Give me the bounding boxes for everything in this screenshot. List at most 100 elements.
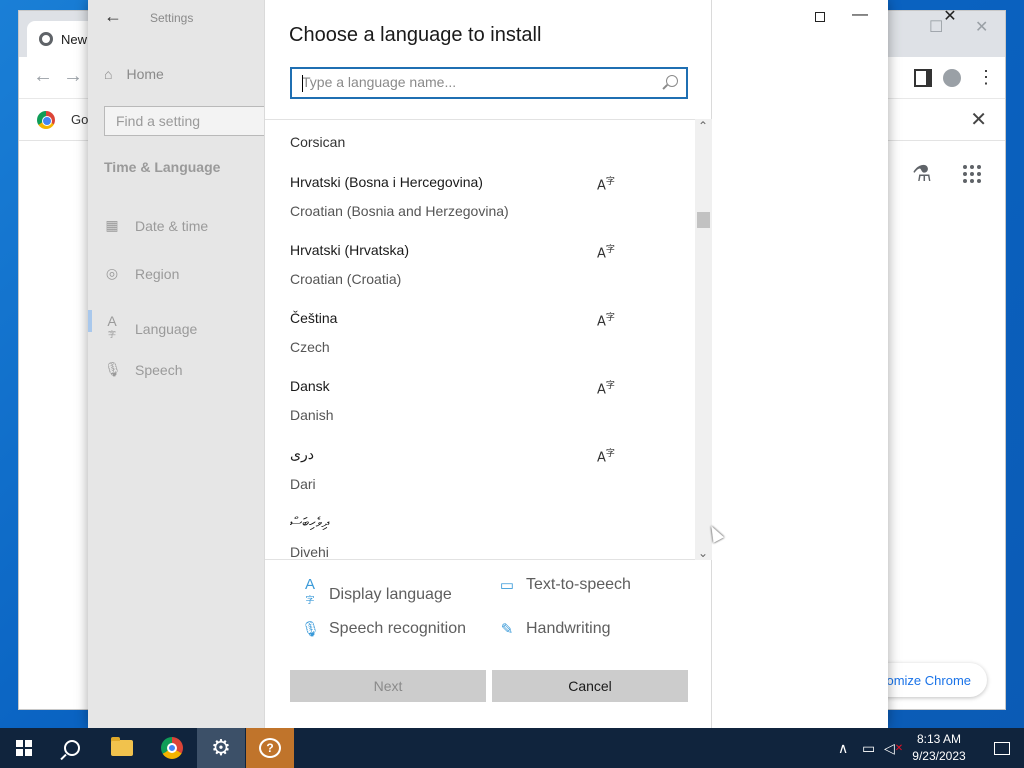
notification-icon bbox=[994, 741, 1010, 755]
settings-sidebar: ← Settings ⌂ Home Find a setting Time & … bbox=[88, 0, 272, 728]
search-icon[interactable] bbox=[666, 75, 678, 87]
back-arrow-icon[interactable]: ← bbox=[33, 65, 53, 88]
display-language-icon: A字 bbox=[597, 245, 615, 262]
choose-language-dialog: Choose a language to install Type a lang… bbox=[264, 0, 712, 728]
back-arrow-icon[interactable]: ← bbox=[104, 6, 122, 27]
feature-label: Text-to-speech bbox=[526, 576, 631, 593]
profile-avatar-icon[interactable] bbox=[943, 69, 961, 87]
feature-display-language: A字 Display language bbox=[301, 576, 452, 613]
microphone-icon: 🎙︎ bbox=[301, 621, 321, 638]
windows-logo-icon bbox=[16, 740, 32, 756]
taskbar-file-explorer[interactable] bbox=[98, 728, 146, 768]
home-icon: ⌂ bbox=[104, 66, 113, 82]
feature-text-to-speech: ▭ Text-to-speech bbox=[498, 576, 631, 594]
apps-grid-icon[interactable] bbox=[963, 165, 981, 183]
minimize-icon[interactable]: — bbox=[845, 6, 875, 24]
notification-center-button[interactable] bbox=[980, 728, 1024, 768]
home-nav-item[interactable]: ⌂ Home bbox=[104, 66, 164, 82]
taskbar-get-help[interactable]: ? bbox=[246, 728, 294, 768]
bookmark-bar-close-icon[interactable]: ✕ bbox=[970, 107, 987, 132]
feature-label: Speech recognition bbox=[329, 620, 466, 637]
handwriting-icon: ✎ bbox=[500, 621, 514, 638]
section-heading: Time & Language bbox=[104, 159, 221, 175]
bookmark-label[interactable]: Go bbox=[71, 112, 88, 127]
language-english-name: Dari bbox=[290, 476, 316, 492]
taskbar-settings[interactable]: ⚙ bbox=[197, 728, 245, 768]
taskbar: ⚙ ? ∧ ▭ ◁ ✕ 8:13 AM 9/23/2023 bbox=[0, 728, 1024, 768]
language-native-name: Dansk bbox=[290, 378, 330, 394]
settings-content-area: — ✕ bbox=[711, 0, 957, 728]
language-native-name: Hrvatski (Hrvatska) bbox=[290, 242, 410, 258]
feature-handwriting: ✎ Handwriting bbox=[498, 620, 611, 638]
text-to-speech-icon: ▭ bbox=[499, 577, 515, 594]
language-search-input[interactable]: Type a language name... bbox=[290, 67, 688, 99]
sidebar-item-region[interactable]: ◎ Region bbox=[104, 265, 179, 282]
display-language-icon: A字 bbox=[597, 381, 615, 398]
text-caret bbox=[302, 75, 303, 92]
sidebar-item-label: Region bbox=[135, 265, 180, 282]
scrollbar-thumb[interactable] bbox=[697, 212, 710, 228]
more-menu-icon[interactable]: ⋮ bbox=[977, 67, 995, 88]
list-item[interactable]: ދިވެހިބަސް Divehi bbox=[290, 514, 620, 560]
chrome-close-icon[interactable]: ✕ bbox=[975, 17, 988, 37]
sidebar-item-language[interactable]: A字 Language bbox=[104, 313, 197, 346]
show-hidden-icons[interactable]: ∧ bbox=[838, 728, 848, 768]
clock-time: 8:13 AM bbox=[916, 732, 962, 746]
sidebar-item-speech[interactable]: 🎙︎ Speech bbox=[104, 361, 182, 378]
google-logo-icon bbox=[37, 111, 55, 129]
sidebar-item-label: Date & time bbox=[135, 217, 209, 234]
language-english-name: Czech bbox=[290, 339, 330, 355]
list-item[interactable]: Hrvatski (Bosna i Hercegovina) Croatian … bbox=[290, 174, 620, 219]
labs-flask-icon[interactable]: ⚗ bbox=[912, 161, 932, 187]
side-panel-icon[interactable] bbox=[914, 69, 932, 87]
help-icon: ? bbox=[259, 738, 281, 758]
cancel-button[interactable]: Cancel bbox=[492, 670, 688, 702]
globe-icon: ◎ bbox=[105, 265, 119, 281]
taskbar-search-button[interactable] bbox=[48, 728, 96, 768]
home-label: Home bbox=[126, 66, 164, 82]
language-english-name: Croatian (Bosnia and Herzegovina) bbox=[290, 203, 509, 219]
calendar-icon: ▦ bbox=[105, 217, 119, 233]
scroll-down-icon[interactable]: ⌄ bbox=[698, 546, 708, 560]
start-button[interactable] bbox=[0, 728, 48, 768]
list-item[interactable]: Corsican bbox=[290, 134, 345, 150]
search-placeholder: Type a language name... bbox=[302, 74, 457, 90]
language-native-name: دری bbox=[290, 446, 314, 462]
language-native-name: ދިވެހިބަސް bbox=[290, 514, 330, 530]
taskbar-chrome[interactable] bbox=[148, 728, 196, 768]
list-item[interactable]: Hrvatski (Hrvatska) Croatian (Croatia) A… bbox=[290, 242, 620, 287]
close-icon[interactable]: ✕ bbox=[935, 6, 965, 26]
gear-icon: ⚙ bbox=[211, 735, 231, 761]
chrome-icon bbox=[161, 737, 183, 759]
list-item[interactable]: Čeština Czech A字 bbox=[290, 310, 620, 355]
language-icon: A字 bbox=[107, 313, 117, 339]
language-native-name: Čeština bbox=[290, 310, 338, 326]
language-english-name: Danish bbox=[290, 407, 334, 423]
sidebar-item-date-time[interactable]: ▦ Date & time bbox=[104, 217, 208, 234]
forward-arrow-icon[interactable]: → bbox=[63, 65, 83, 88]
chrome-favicon-icon bbox=[39, 32, 53, 46]
list-item[interactable]: Dansk Danish A字 bbox=[290, 378, 620, 423]
folder-icon bbox=[111, 737, 133, 756]
display-language-icon: A字 bbox=[597, 313, 615, 330]
language-list[interactable]: Corsican Hrvatski (Bosna i Hercegovina) … bbox=[265, 119, 695, 560]
sidebar-item-label: Speech bbox=[135, 361, 183, 378]
scroll-up-icon[interactable]: ⌃ bbox=[698, 119, 708, 133]
feature-label: Display language bbox=[329, 585, 452, 603]
system-clock[interactable]: 8:13 AM 9/23/2023 bbox=[900, 731, 978, 765]
display-language-icon: A字 bbox=[304, 576, 315, 605]
language-native-name: Corsican bbox=[290, 134, 346, 150]
feature-label: Handwriting bbox=[526, 620, 611, 637]
list-item[interactable]: دری Dari A字 bbox=[290, 446, 620, 492]
active-indicator bbox=[88, 310, 92, 332]
display-language-icon: A字 bbox=[597, 177, 615, 194]
dialog-title: Choose a language to install bbox=[289, 24, 542, 46]
network-icon[interactable]: ▭ bbox=[862, 728, 875, 768]
language-english-name: Divehi bbox=[290, 544, 329, 560]
maximize-icon[interactable] bbox=[815, 12, 825, 22]
next-button[interactable]: Next bbox=[290, 670, 486, 702]
language-english-name: Croatian (Croatia) bbox=[290, 271, 402, 287]
find-setting-input[interactable]: Find a setting bbox=[104, 106, 272, 136]
language-native-name: Hrvatski (Bosna i Hercegovina) bbox=[290, 174, 483, 190]
list-scrollbar[interactable]: ⌃ ⌄ bbox=[695, 119, 712, 560]
